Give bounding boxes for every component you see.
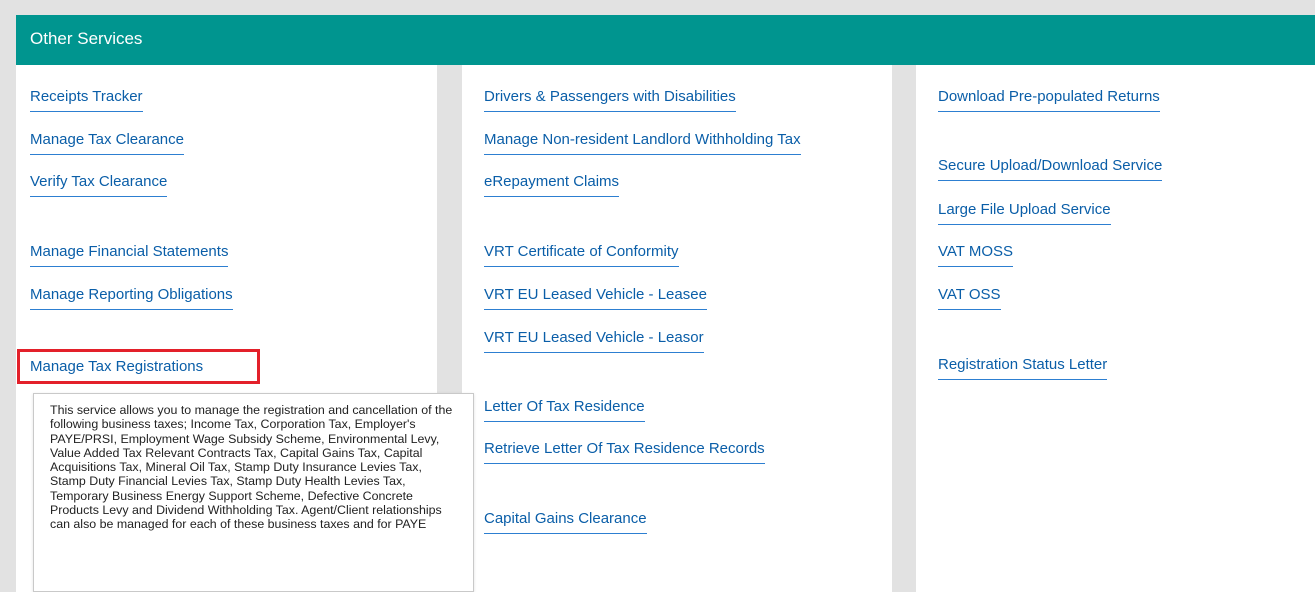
erepayment-claims-link[interactable]: eRepayment Claims [484,173,620,197]
tooltip-text: This service allows you to manage the re… [50,403,453,532]
retrieve-letter-tax-residence-link[interactable]: Retrieve Letter Of Tax Residence Records [484,440,765,464]
panel-title: Other Services [30,29,143,48]
manage-financial-statements-link[interactable]: Manage Financial Statements [30,243,229,267]
tooltip-popup: This service allows you to manage the re… [33,393,474,592]
non-resident-landlord-withholding-link[interactable]: Manage Non-resident Landlord Withholding… [484,131,801,155]
vat-moss-link[interactable]: VAT MOSS [938,243,1014,267]
letter-of-tax-residence-link[interactable]: Letter Of Tax Residence [484,398,645,422]
drivers-passengers-disabilities-link[interactable]: Drivers & Passengers with Disabilities [484,88,736,112]
secure-upload-download-link[interactable]: Secure Upload/Download Service [938,157,1163,181]
services-column-3: Download Pre-populated Returns Secure Up… [916,65,1315,592]
manage-reporting-obligations-link[interactable]: Manage Reporting Obligations [30,286,233,310]
registration-status-letter-link[interactable]: Registration Status Letter [938,356,1108,380]
manage-tax-registrations-link[interactable]: Manage Tax Registrations [30,358,204,382]
download-prepopulated-returns-link[interactable]: Download Pre-populated Returns [938,88,1160,112]
services-column-2: Drivers & Passengers with Disabilities M… [462,65,892,592]
vrt-certificate-conformity-link[interactable]: VRT Certificate of Conformity [484,243,679,267]
other-services-header: Other Services [16,15,1315,65]
receipts-tracker-link[interactable]: Receipts Tracker [30,88,143,112]
large-file-upload-link[interactable]: Large File Upload Service [938,201,1111,225]
verify-tax-clearance-link[interactable]: Verify Tax Clearance [30,173,168,197]
vat-oss-link[interactable]: VAT OSS [938,286,1001,310]
vrt-eu-leased-leasor-link[interactable]: VRT EU Leased Vehicle - Leasor [484,329,704,353]
manage-tax-clearance-link[interactable]: Manage Tax Clearance [30,131,184,155]
vrt-eu-leased-leasee-link[interactable]: VRT EU Leased Vehicle - Leasee [484,286,707,310]
capital-gains-clearance-link[interactable]: Capital Gains Clearance [484,510,647,534]
